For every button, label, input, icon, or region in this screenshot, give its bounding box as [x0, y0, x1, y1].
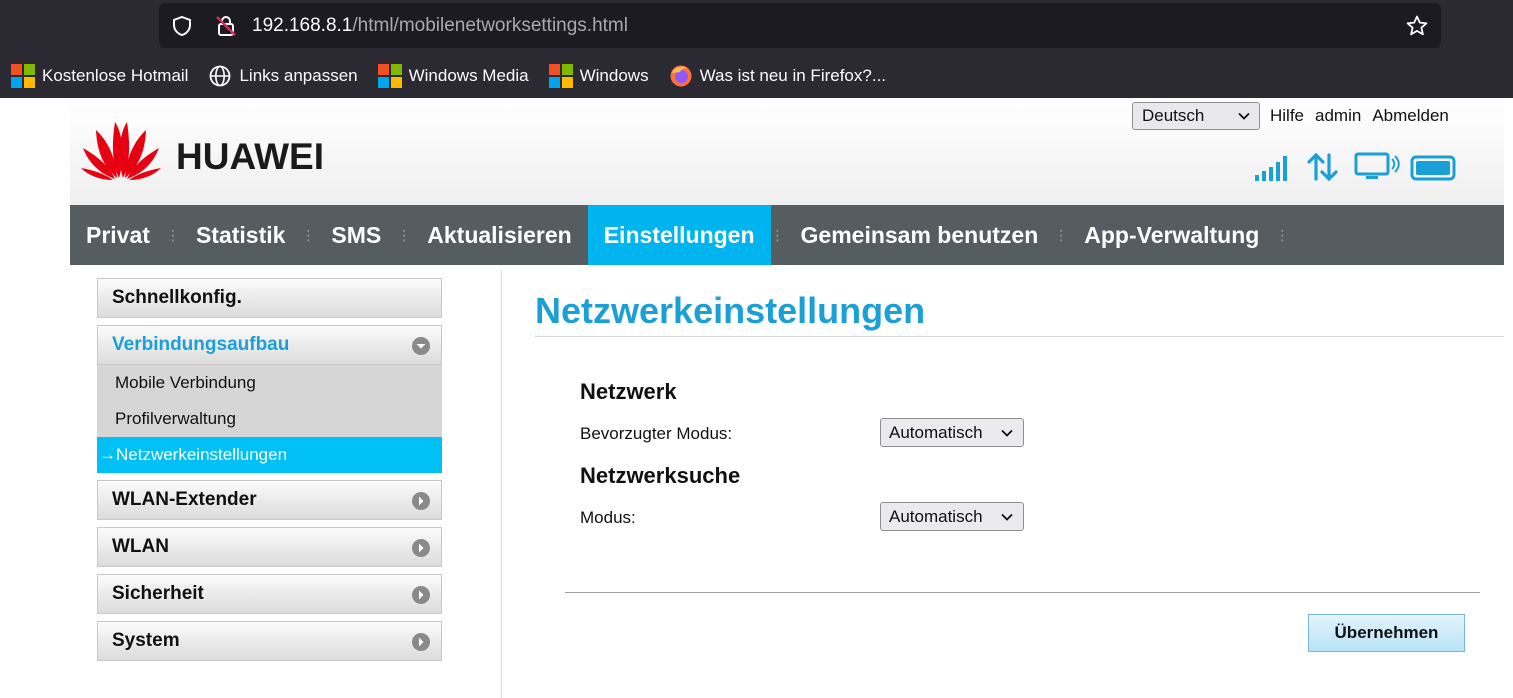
bookmark-label: Kostenlose Hotmail [42, 66, 189, 85]
nav-app-verwaltung[interactable]: App-Verwaltung [1068, 205, 1275, 265]
section-heading-network-search: Netzwerksuche [580, 463, 741, 488]
url-host: 192.168.8.1 [252, 15, 353, 36]
sidebar-item-network-settings[interactable]: → Netzwerkeinstellungen [97, 437, 442, 473]
chevron-down-icon [1238, 112, 1250, 120]
nav-aktualisieren[interactable]: Aktualisieren [411, 205, 587, 265]
nav-privat[interactable]: Privat [70, 205, 166, 265]
insecure-lock-icon[interactable] [214, 14, 238, 38]
chevron-right-circle-icon [412, 586, 430, 604]
header-links: Hilfe admin Abmelden [1270, 106, 1460, 126]
battery-icon [1410, 155, 1456, 181]
bookmark-links-anpassen[interactable]: Links anpassen [208, 64, 358, 88]
sidebar-connection[interactable]: Verbindungsaufbau [97, 325, 442, 365]
apply-button[interactable]: Übernehmen [1308, 614, 1465, 652]
arrow-right-icon: → [99, 445, 116, 464]
bookmark-label: Windows Media [408, 66, 529, 85]
title-divider [535, 336, 1504, 337]
bookmark-star-icon[interactable] [1405, 14, 1429, 38]
content-divider [501, 270, 502, 698]
chevron-down-icon [1001, 429, 1013, 437]
preferred-mode-label: Bevorzugter Modus: [580, 424, 733, 443]
logout-link[interactable]: Abmelden [1372, 106, 1449, 125]
address-bar[interactable]: 192.168.8.1/html/mobilenetworksettings.h… [159, 3, 1441, 48]
sidebar-wlan-extender[interactable]: WLAN-Extender [97, 480, 442, 520]
chevron-right-circle-icon [412, 633, 430, 651]
brand-name: HUAWEI [176, 136, 324, 177]
chevron-right-circle-icon [412, 539, 430, 557]
firefox-icon [670, 65, 692, 87]
nav-separator: ⋮ [397, 226, 412, 243]
sidebar-item-profile-management[interactable]: Profilverwaltung [97, 401, 442, 437]
microsoft-icon [11, 64, 35, 88]
sidebar-label: Verbindungsaufbau [112, 334, 290, 355]
sidebar-label: Netzwerkeinstellungen [116, 445, 288, 464]
nav-separator: ⋮ [1275, 226, 1290, 243]
chevron-down-icon [1001, 513, 1013, 521]
language-select[interactable]: Deutsch [1132, 102, 1260, 130]
pc-connection-icon [1354, 152, 1400, 179]
nav-separator: ⋮ [165, 226, 180, 243]
sidebar-label: Schnellkonfig. [112, 287, 242, 308]
url-path: /html/mobilenetworksettings.html [352, 15, 628, 36]
search-mode-select[interactable]: Automatisch [880, 502, 1024, 531]
form-divider [565, 592, 1480, 593]
help-link[interactable]: Hilfe [1270, 106, 1304, 125]
sidebar-label: Sicherheit [112, 583, 204, 604]
nav-separator: ⋮ [301, 226, 316, 243]
signal-strength-icon [1255, 156, 1287, 181]
bookmark-label: Was ist neu in Firefox?... [699, 66, 887, 85]
bookmark-windows[interactable]: Windows [548, 64, 649, 88]
sidebar-label: System [112, 630, 180, 651]
browser-chrome: 192.168.8.1/html/mobilenetworksettings.h… [0, 0, 1513, 98]
section-heading-network: Netzwerk [580, 379, 677, 404]
bookmark-label: Links anpassen [239, 66, 358, 85]
preferred-mode-value: Automatisch [889, 423, 983, 442]
sidebar-item-mobile-connection[interactable]: Mobile Verbindung [97, 365, 442, 401]
nav-separator: ⋮ [770, 226, 785, 243]
nav-separator: ⋮ [1054, 226, 1069, 243]
status-icons [1254, 152, 1458, 182]
bookmarks-toolbar: Kostenlose Hotmail Links anpassen Window… [0, 60, 895, 92]
nav-einstellungen[interactable]: Einstellungen [587, 205, 771, 265]
bookmark-label: Windows [579, 66, 649, 85]
nav-statistik[interactable]: Statistik [180, 205, 301, 265]
microsoft-icon [548, 64, 573, 88]
bookmark-firefox-news[interactable]: Was ist neu in Firefox?... [669, 64, 886, 88]
globe-icon [210, 65, 231, 87]
settings-sidebar: Schnellkonfig. Verbindungsaufbau Mobile … [97, 278, 442, 668]
page-title: Netzwerkeinstellungen [535, 290, 926, 331]
nav-gemeinsam-benutzen[interactable]: Gemeinsam benutzen [785, 205, 1055, 265]
search-mode-label: Modus: [580, 508, 636, 527]
sidebar-connection-submenu: Mobile Verbindung Profilverwaltung → Net… [97, 365, 442, 473]
sidebar-quick-setup[interactable]: Schnellkonfig. [97, 278, 442, 318]
sidebar-label: WLAN [112, 536, 169, 557]
sidebar-wlan[interactable]: WLAN [97, 527, 442, 567]
preferred-mode-select[interactable]: Automatisch [880, 418, 1024, 447]
chevron-right-circle-icon [412, 492, 430, 510]
microsoft-icon [377, 64, 402, 88]
bookmark-windows-media[interactable]: Windows Media [377, 64, 529, 88]
shield-icon[interactable] [171, 15, 193, 37]
sidebar-label: WLAN-Extender [112, 489, 257, 510]
huawei-logo-icon [81, 122, 161, 180]
sidebar-security[interactable]: Sicherheit [97, 574, 442, 614]
router-header: HUAWEI Deutsch Hilfe admin Abmelden [70, 98, 1504, 205]
nav-sms[interactable]: SMS [315, 205, 397, 265]
data-transfer-icon [1307, 152, 1338, 182]
user-name: admin [1315, 106, 1362, 125]
url-text[interactable]: 192.168.8.1/html/mobilenetworksettings.h… [252, 15, 628, 37]
language-value: Deutsch [1142, 106, 1205, 125]
bookmark-kostenlose-hotmail[interactable]: Kostenlose Hotmail [11, 64, 188, 88]
chevron-down-circle-icon [412, 337, 430, 355]
search-mode-value: Automatisch [889, 507, 983, 526]
sidebar-system[interactable]: System [97, 621, 442, 661]
main-navigation: Privat ⋮ Statistik ⋮ SMS ⋮ Aktualisieren… [70, 205, 1504, 265]
